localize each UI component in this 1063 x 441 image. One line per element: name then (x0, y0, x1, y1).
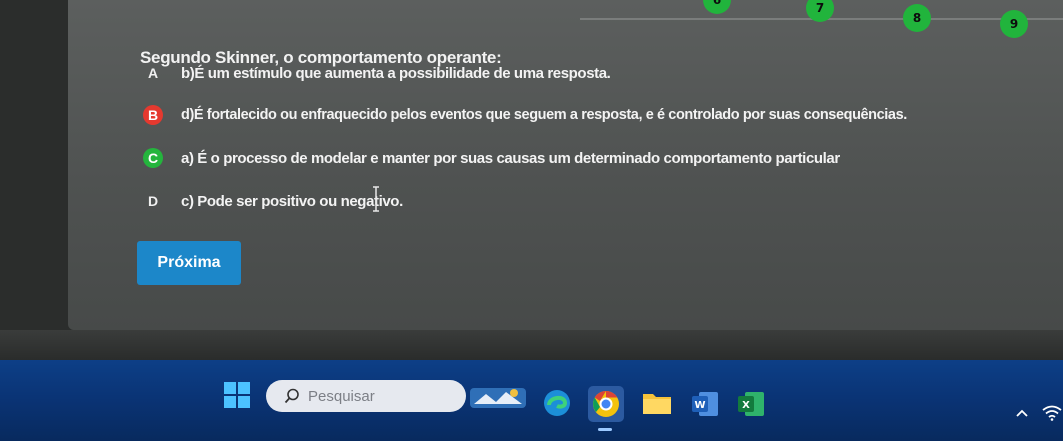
search-placeholder: Pesquisar (308, 387, 375, 405)
option-letter: A (147, 65, 159, 81)
edge-icon[interactable] (542, 388, 572, 418)
option-a[interactable]: A b)É um estímulo que aumenta a possibil… (143, 61, 611, 85)
option-text: d)É fortalecido ou enfraquecido pelos ev… (181, 107, 907, 123)
page-background (0, 330, 1063, 360)
wifi-icon[interactable] (1042, 404, 1062, 422)
svg-text:X: X (742, 400, 750, 411)
option-b[interactable]: B d)É fortalecido ou enfraquecido pelos … (143, 103, 907, 127)
taskbar (0, 360, 1063, 441)
svg-text:W: W (694, 400, 705, 411)
widgets-icon[interactable] (470, 382, 526, 412)
step-9[interactable]: 9 (1000, 10, 1028, 38)
taskbar-search[interactable]: Pesquisar (266, 380, 466, 412)
option-d[interactable]: D c) Pode ser positivo ou negativo. (143, 189, 403, 213)
step-9-label: 9 (1009, 17, 1019, 31)
next-button[interactable]: Próxima (137, 241, 241, 285)
option-text: c) Pode ser positivo ou negativo. (181, 192, 403, 210)
step-8-label: 8 (912, 11, 922, 25)
step-7-label: 7 (815, 1, 825, 15)
active-app-indicator (598, 428, 612, 431)
search-icon (284, 388, 299, 404)
file-explorer-icon[interactable] (642, 388, 672, 418)
step-6-label: 6 (712, 0, 722, 7)
option-letter-incorrect: B (143, 105, 163, 125)
excel-icon[interactable]: X (736, 390, 766, 418)
text-cursor-icon (373, 186, 379, 212)
option-letter-correct: C (143, 148, 163, 168)
option-letter: D (147, 193, 159, 209)
start-icon[interactable] (222, 380, 252, 410)
option-text: a) É o processo de modelar e manter por … (181, 149, 840, 167)
chrome-icon[interactable] (586, 384, 626, 424)
option-c[interactable]: C a) É o processo de modelar e manter po… (143, 146, 840, 170)
step-8[interactable]: 8 (903, 4, 931, 32)
option-text: b)É um estímulo que aumenta a possibilid… (181, 64, 611, 82)
chevron-up-icon[interactable] (1014, 405, 1030, 421)
word-icon[interactable]: W (690, 390, 720, 418)
